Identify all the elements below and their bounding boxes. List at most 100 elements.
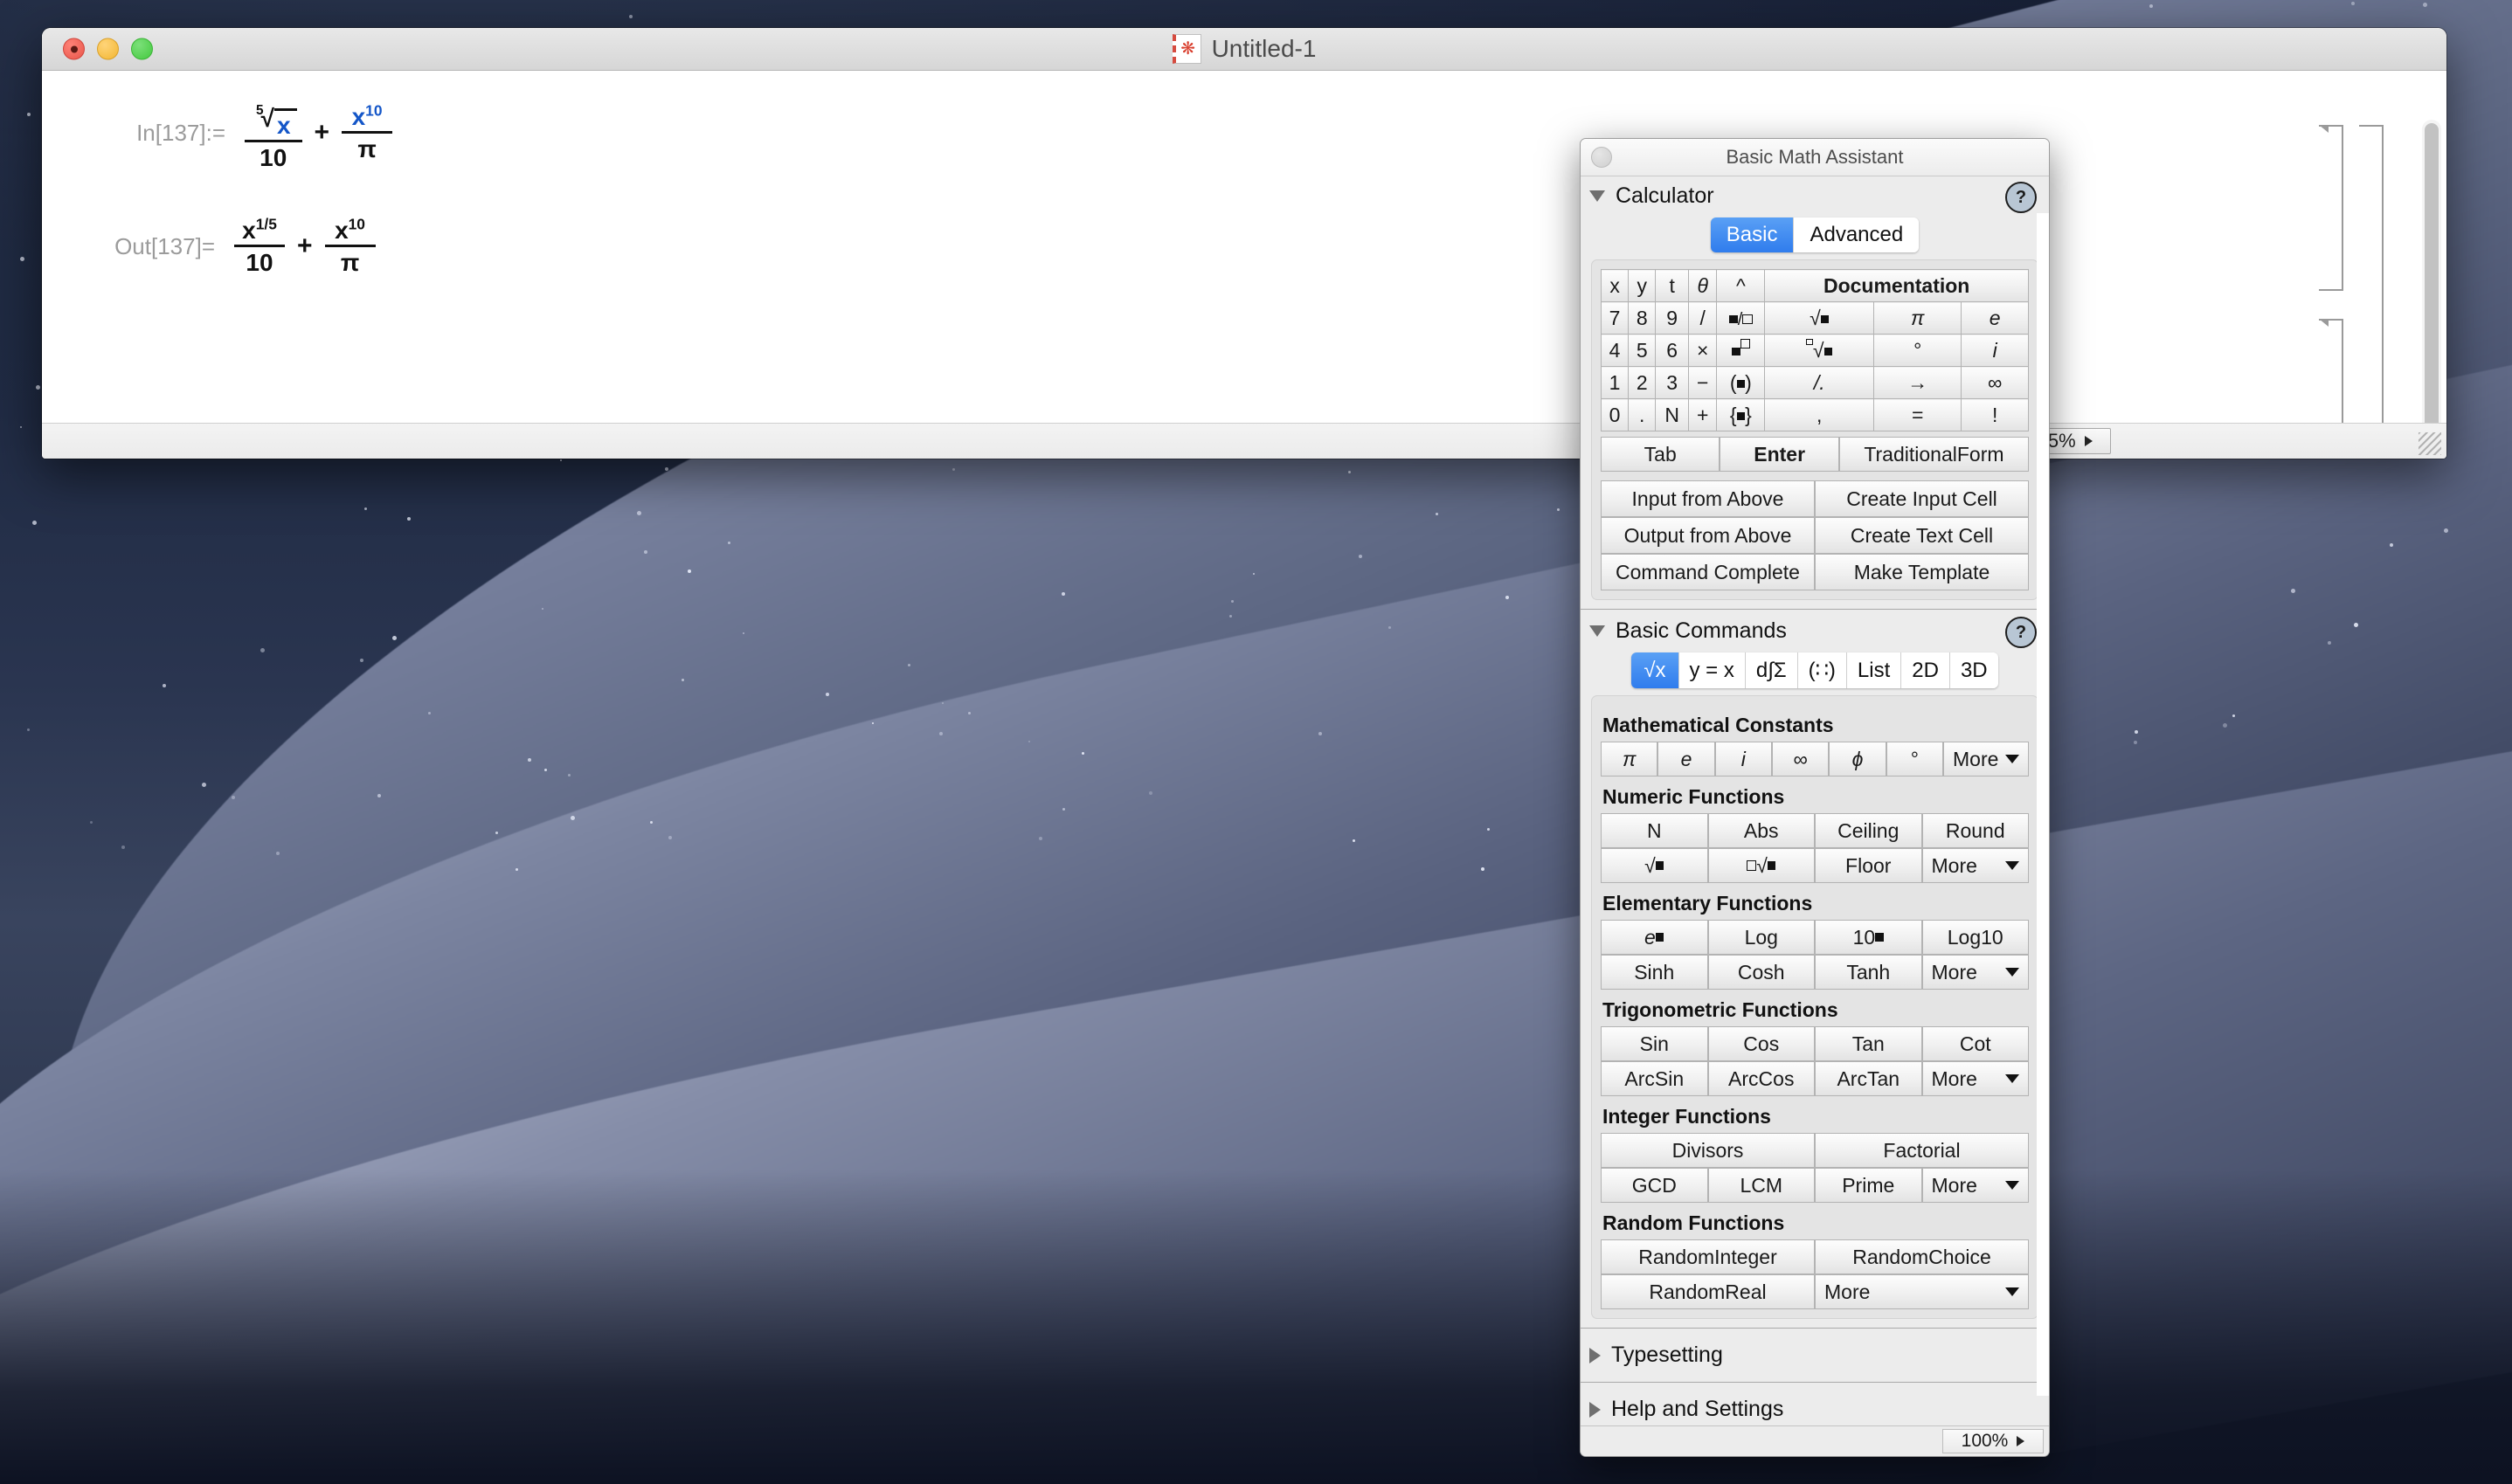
create-text-cell-button[interactable]: Create Text Cell: [1815, 517, 2029, 554]
button-power-of-ten[interactable]: 10: [1815, 920, 1922, 955]
button-n[interactable]: N: [1601, 813, 1708, 848]
section-header-help-settings[interactable]: Help and Settings: [1581, 1384, 2049, 1425]
palette-content[interactable]: Calculator ? Basic Advanced x y t θ ^ Do…: [1581, 176, 2049, 1425]
palette-zoom-control[interactable]: 100%: [1942, 1429, 2044, 1453]
button-factorial[interactable]: Factorial: [1815, 1133, 2029, 1168]
key-minus[interactable]: −: [1689, 367, 1717, 399]
key-parentheses-template[interactable]: (): [1717, 367, 1765, 399]
key-sqrt-template[interactable]: √: [1765, 302, 1874, 335]
button-round[interactable]: Round: [1922, 813, 2030, 848]
key-1[interactable]: 1: [1602, 367, 1629, 399]
traditional-form-button[interactable]: TraditionalForm: [1839, 437, 2029, 472]
button-arctan[interactable]: ArcTan: [1815, 1061, 1922, 1096]
key-rule-arrow[interactable]: →: [1874, 367, 1962, 399]
basic-math-assistant-palette[interactable]: Basic Math Assistant Calculator ? Basic …: [1580, 138, 2050, 1457]
group-integer-functions-row1[interactable]: Divisors Factorial: [1601, 1133, 2029, 1168]
key-power[interactable]: ^: [1717, 270, 1765, 302]
notebook-body[interactable]: In[137]:= 5 √ x 10 + x10: [42, 71, 2446, 424]
key-9[interactable]: 9: [1656, 302, 1689, 335]
tab-key-button[interactable]: Tab: [1601, 437, 1720, 472]
input-expression[interactable]: 5 √ x 10 + x10 π: [245, 95, 392, 171]
key-y[interactable]: y: [1629, 270, 1656, 302]
key-t[interactable]: t: [1656, 270, 1689, 302]
palette-status-bar[interactable]: 100%: [1581, 1425, 2049, 1456]
key-documentation[interactable]: Documentation: [1765, 270, 2029, 302]
group-integer-functions-row2[interactable]: GCD LCM Prime More: [1601, 1168, 2029, 1203]
button-cos[interactable]: Cos: [1708, 1026, 1816, 1061]
key-plus[interactable]: +: [1689, 399, 1717, 431]
basic-commands-tabs[interactable]: √x y = x d∫Σ (∷) List 2D 3D: [1581, 652, 2049, 688]
tab-equations[interactable]: y = x: [1679, 652, 1746, 688]
section-header-typesetting[interactable]: Typesetting: [1581, 1330, 2049, 1380]
key-theta[interactable]: θ: [1689, 270, 1717, 302]
key-superscript-template[interactable]: [1717, 335, 1765, 367]
button-arcsin[interactable]: ArcSin: [1601, 1061, 1708, 1096]
button-infinity[interactable]: ∞: [1772, 742, 1829, 777]
disclosure-triangle-down-icon[interactable]: [1589, 190, 1605, 202]
create-input-cell-button[interactable]: Create Input Cell: [1815, 480, 2029, 517]
help-icon-calculator[interactable]: ?: [2005, 182, 2037, 213]
tab-3d[interactable]: 3D: [1950, 652, 1998, 688]
section-header-calculator[interactable]: Calculator ?: [1581, 176, 2049, 212]
tab-matrices[interactable]: (∷): [1798, 652, 1847, 688]
key-decimal-point[interactable]: .: [1629, 399, 1656, 431]
group-elementary-functions[interactable]: e Log 10 Log10 Sinh Cosh Tanh More: [1601, 920, 2029, 990]
key-numeric-N[interactable]: N: [1656, 399, 1689, 431]
key-pi[interactable]: π: [1874, 302, 1962, 335]
palette-close-button[interactable]: [1591, 147, 1612, 168]
key-e[interactable]: e: [1962, 302, 2029, 335]
key-2[interactable]: 2: [1629, 367, 1656, 399]
resize-grip-icon[interactable]: [2419, 432, 2441, 455]
cell-bracket-input[interactable]: [2319, 125, 2343, 291]
key-8[interactable]: 8: [1629, 302, 1656, 335]
button-i[interactable]: i: [1715, 742, 1772, 777]
button-lcm[interactable]: LCM: [1708, 1168, 1816, 1203]
button-ceiling[interactable]: Ceiling: [1815, 813, 1922, 848]
button-cosh[interactable]: Cosh: [1708, 955, 1816, 990]
button-floor[interactable]: Floor: [1815, 848, 1922, 883]
key-replace-all[interactable]: /.: [1765, 367, 1874, 399]
key-5[interactable]: 5: [1629, 335, 1656, 367]
button-cot[interactable]: Cot: [1922, 1026, 2030, 1061]
button-more-numeric[interactable]: More: [1922, 848, 2030, 883]
button-gcd[interactable]: GCD: [1601, 1168, 1708, 1203]
button-more-elementary[interactable]: More: [1922, 955, 2030, 990]
tab-advanced[interactable]: Advanced: [1794, 217, 1919, 252]
input-from-above-button[interactable]: Input from Above: [1601, 480, 1815, 517]
key-fraction-template[interactable]: /: [1717, 302, 1765, 335]
key-x[interactable]: x: [1602, 270, 1629, 302]
calculator-action-row[interactable]: Tab Enter TraditionalForm: [1601, 437, 2029, 472]
key-7[interactable]: 7: [1602, 302, 1629, 335]
make-template-button[interactable]: Make Template: [1815, 554, 2029, 590]
button-pi[interactable]: π: [1601, 742, 1657, 777]
cell-brackets[interactable]: [2284, 125, 2398, 457]
button-e[interactable]: e: [1657, 742, 1714, 777]
calculator-keypad[interactable]: x y t θ ^ Documentation 7 8 9 / / √ π e: [1601, 269, 2029, 431]
notebook-status-bar[interactable]: 125%: [42, 423, 2446, 459]
button-exp[interactable]: e: [1601, 920, 1708, 955]
disclosure-triangle-down-icon[interactable]: [1589, 625, 1605, 637]
key-nth-root-template[interactable]: √: [1765, 335, 1874, 367]
group-trigonometric-functions[interactable]: Sin Cos Tan Cot ArcSin ArcCos ArcTan Mor…: [1601, 1026, 2029, 1096]
button-divisors[interactable]: Divisors: [1601, 1133, 1815, 1168]
button-prime[interactable]: Prime: [1815, 1168, 1922, 1203]
key-multiply[interactable]: ×: [1689, 335, 1717, 367]
button-more-constants[interactable]: More: [1943, 742, 2029, 777]
key-4[interactable]: 4: [1602, 335, 1629, 367]
notebook-scrollbar[interactable]: [2422, 120, 2441, 443]
button-phi[interactable]: ϕ: [1829, 742, 1886, 777]
key-6[interactable]: 6: [1656, 335, 1689, 367]
enter-key-button[interactable]: Enter: [1720, 437, 1838, 472]
disclosure-triangle-right-icon[interactable]: [1589, 1348, 1601, 1363]
key-factorial[interactable]: !: [1962, 399, 2029, 431]
button-nth-root[interactable]: √: [1708, 848, 1816, 883]
key-imaginary-i[interactable]: i: [1962, 335, 2029, 367]
calculator-tabs[interactable]: Basic Advanced: [1581, 217, 2049, 252]
button-random-real[interactable]: RandomReal: [1601, 1274, 1815, 1309]
scrollbar-thumb[interactable]: [2425, 123, 2439, 434]
input-cell[interactable]: In[137]:= 5 √ x 10 + x10: [94, 95, 392, 171]
group-numeric-functions[interactable]: N Abs Ceiling Round √ √ Floor More: [1601, 813, 2029, 883]
tab-functions[interactable]: √x: [1631, 652, 1678, 688]
notebook-titlebar[interactable]: ❋ Untitled-1: [42, 28, 2446, 71]
output-from-above-button[interactable]: Output from Above: [1601, 517, 1815, 554]
